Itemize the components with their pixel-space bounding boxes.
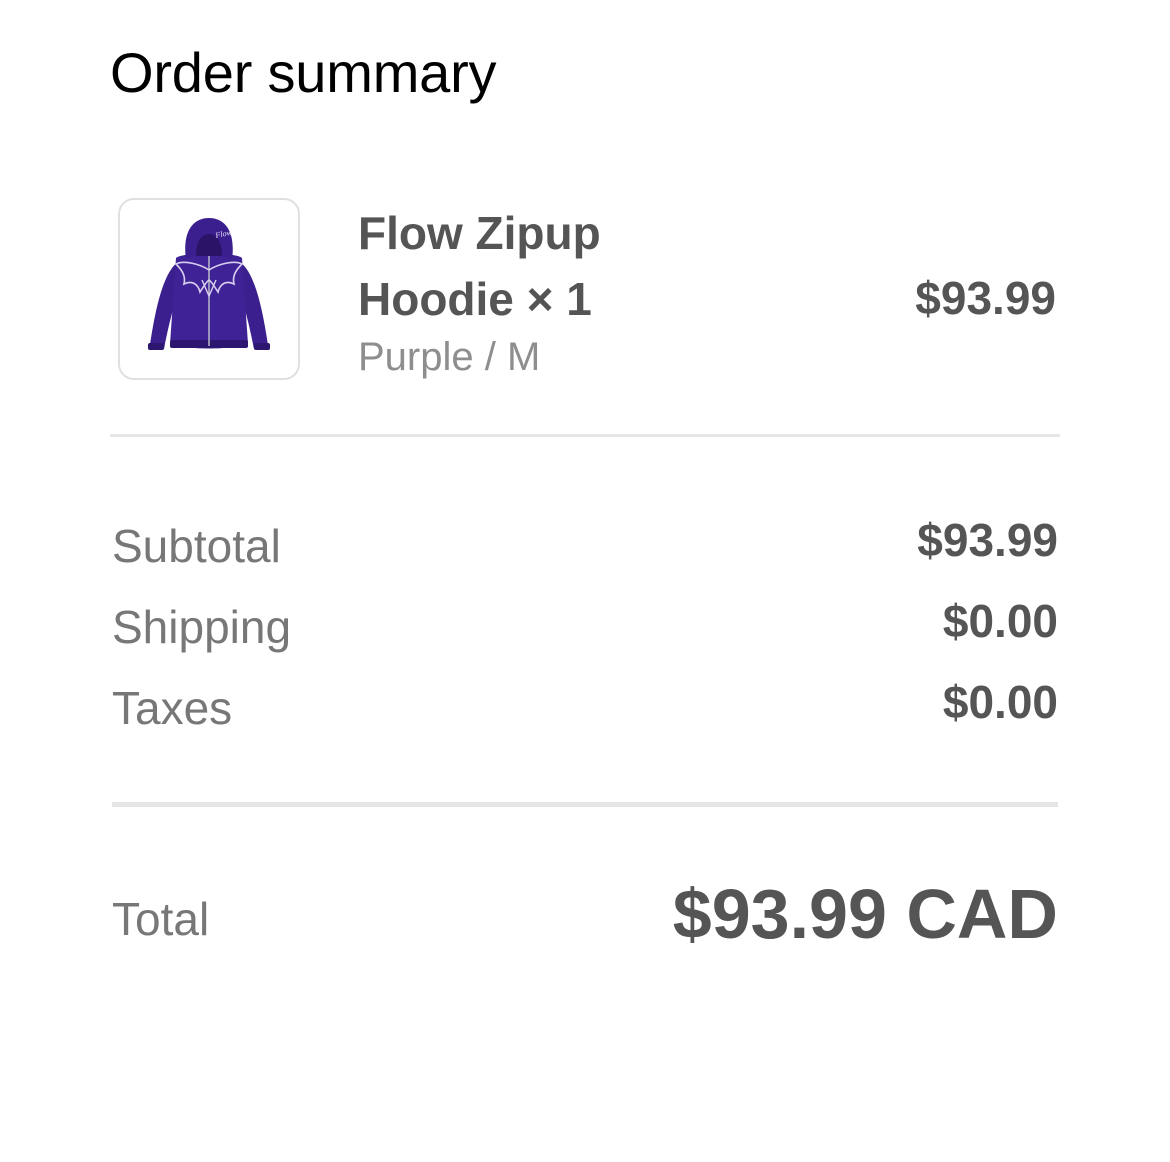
product-thumbnail[interactable]: Flow (118, 198, 300, 380)
taxes-value: $0.00 (942, 676, 1058, 728)
divider (110, 434, 1060, 437)
total-label: Total (112, 893, 210, 945)
total-value: $93.99 CAD (672, 875, 1058, 953)
page-title: Order summary (110, 41, 497, 104)
subtotal-value: $93.99 (917, 514, 1058, 566)
product-name: Flow Zipup Hoodie × 1 (358, 207, 601, 325)
shipping-label: Shipping (112, 601, 292, 653)
divider (112, 802, 1058, 807)
product-price: $93.99 (915, 272, 1056, 324)
shipping-value: $0.00 (942, 595, 1058, 647)
taxes-label: Taxes (112, 682, 233, 734)
subtotal-label: Subtotal (112, 520, 281, 572)
product-variant: Purple / M (358, 335, 541, 379)
hoodie-image: Flow (148, 218, 270, 350)
